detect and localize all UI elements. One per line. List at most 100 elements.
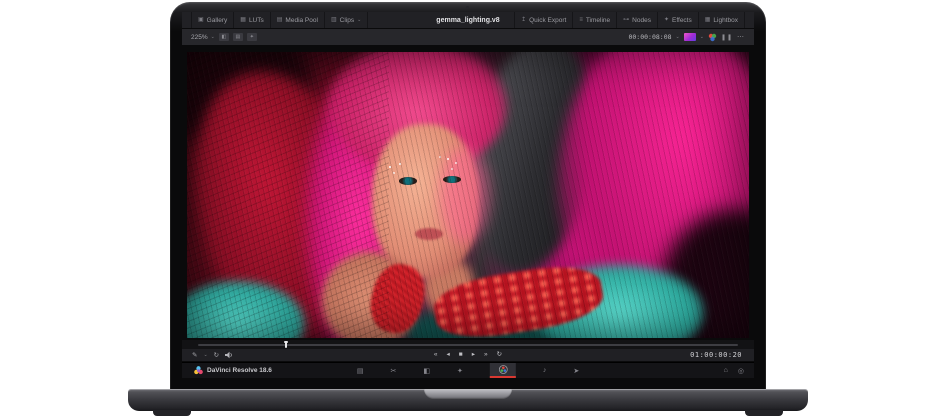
media-pool-label: Media Pool	[285, 17, 318, 24]
playhead[interactable]	[285, 341, 287, 348]
step-back-button[interactable]: ◂	[447, 352, 450, 359]
scopes-icon[interactable]	[708, 33, 717, 42]
viewer-panel	[182, 46, 754, 340]
media-pool-icon: ▤	[277, 17, 283, 23]
viewer-toolbar-right: 00:00:08:08 ⌄ ⌄ ❚❚ ⋯	[628, 33, 745, 42]
color-page-icon	[498, 365, 507, 374]
viewer-toolbar: 225% ⌄ ◧ ▤ ✦ Timeline 1 ⌄	[182, 29, 754, 46]
toolbar-right-group: ↥ Quick Export ≡ Timeline ⊶ Nodes ✦ Effe…	[514, 12, 745, 28]
gallery-button[interactable]: ▣ Gallery	[191, 12, 234, 28]
app-name-label: DaVinci Resolve 18.6	[207, 367, 272, 374]
go-to-last-frame-button[interactable]: »	[484, 352, 488, 359]
effects-icon: ✦	[664, 17, 669, 23]
gallery-icon: ▣	[198, 17, 204, 23]
rubber-foot	[153, 410, 191, 416]
webcam-icon	[466, 6, 469, 9]
gallery-label: Gallery	[207, 17, 228, 24]
go-to-first-frame-button[interactable]: «	[434, 352, 438, 359]
luts-label: LUTs	[249, 17, 264, 24]
media-page-icon: ▤	[357, 367, 364, 375]
rubber-foot	[745, 410, 783, 416]
page-navigation-bar: DaVinci Resolve 18.6 ▤ ✂ ◧ ✦	[182, 362, 754, 378]
more-options-icon[interactable]: ⋯	[737, 33, 745, 41]
project-title: gemma_lighting.v8	[436, 12, 499, 29]
status-bar-right: ⌂ ◎	[724, 367, 744, 375]
deliver-page-button[interactable]: ➤	[573, 363, 579, 378]
wipe-toggle-button[interactable]: ◧	[219, 33, 229, 41]
highlight-toggle-button[interactable]: ✦	[247, 33, 257, 41]
macbook-base	[128, 389, 808, 411]
nodes-button[interactable]: ⊶ Nodes	[617, 12, 658, 28]
lid-opening-notch	[424, 389, 512, 399]
loop-mode-button[interactable]: ↻	[214, 351, 219, 359]
viewer-zoom-select[interactable]: 225% ⌄	[191, 34, 215, 41]
lightbox-button[interactable]: ▦ Lightbox	[699, 12, 745, 28]
chevron-down-icon: ⌄	[357, 17, 361, 23]
stop-button[interactable]: ■	[459, 352, 463, 359]
split-screen-icon: ▤	[235, 34, 240, 40]
quick-export-icon: ↥	[521, 17, 526, 23]
fairlight-page-button[interactable]: ♪	[543, 363, 547, 378]
timeline-panel-label: Timeline	[586, 17, 610, 24]
app-brand: DaVinci Resolve 18.6	[194, 366, 272, 375]
clips-button[interactable]: ▥ Clips ⌄	[325, 12, 368, 28]
viewer-zoom-value: 225%	[191, 34, 208, 41]
chevron-down-icon[interactable]: ⌄	[700, 34, 704, 40]
effects-button[interactable]: ✦ Effects	[658, 12, 699, 28]
wipe-toggle-icon: ◧	[221, 34, 226, 40]
color-page-button-active[interactable]	[490, 363, 516, 378]
viewer-image[interactable]	[187, 52, 749, 338]
top-toolbar: ▣ Gallery ▦ LUTs ▤ Media Pool ▥ Clips	[182, 12, 754, 29]
nodes-icon: ⊶	[623, 17, 629, 23]
deliver-page-icon: ➤	[573, 367, 579, 375]
fusion-page-icon: ✦	[457, 367, 463, 375]
play-button[interactable]: ▸	[472, 352, 475, 359]
viewer-toolbar-left: 225% ⌄ ◧ ▤ ✦	[191, 29, 257, 45]
timeline-scrubber[interactable]	[182, 340, 754, 349]
timeline-icon: ≡	[579, 17, 583, 23]
scrubber-track[interactable]	[198, 344, 738, 346]
timeline-panel-button[interactable]: ≡ Timeline	[573, 12, 617, 28]
toolbar-left-group: ▣ Gallery ▦ LUTs ▤ Media Pool ▥ Clips	[191, 12, 368, 28]
media-pool-button[interactable]: ▤ Media Pool	[271, 12, 325, 28]
edit-page-icon: ◧	[423, 367, 430, 375]
macbook-lid: ▣ Gallery ▦ LUTs ▤ Media Pool ▥ Clips	[170, 2, 766, 390]
effects-label: Effects	[672, 17, 692, 24]
clips-icon: ▥	[331, 17, 337, 23]
photo-vignette	[187, 52, 749, 338]
transport-bar: ✎ ⌄ ↻ « ◂ ■ ▸ » ↻ 01:00:00:20	[182, 349, 754, 362]
cut-page-icon: ✂	[390, 367, 396, 375]
laptop-screen: ▣ Gallery ▦ LUTs ▤ Media Pool ▥ Clips	[182, 12, 754, 378]
lightbox-icon: ▦	[705, 17, 711, 23]
still-thumbnail-icon[interactable]	[684, 33, 696, 41]
quick-export-label: Quick Export	[529, 17, 566, 24]
clips-label: Clips	[340, 17, 354, 24]
luts-icon: ▦	[240, 17, 246, 23]
fairlight-page-icon: ♪	[543, 367, 547, 374]
viewer-tools: ✎ ⌄ ↻	[192, 351, 233, 359]
media-page-button[interactable]: ▤	[357, 363, 364, 378]
playhead-timecode: 01:00:00:20	[690, 351, 742, 359]
split-screen-toggle-button[interactable]: ▤	[233, 33, 243, 41]
project-settings-icon[interactable]: ◎	[738, 367, 744, 375]
nodes-label: Nodes	[632, 17, 651, 24]
page-tabs: ▤ ✂ ◧ ✦	[357, 363, 579, 378]
lightbox-label: Lightbox	[713, 17, 738, 24]
davinci-resolve-logo-icon	[194, 366, 203, 375]
loop-playback-button[interactable]: ↻	[497, 352, 502, 359]
viewer-timecode: 00:00:08:08	[628, 33, 671, 41]
highlight-icon: ✦	[250, 34, 254, 40]
edit-page-button[interactable]: ◧	[423, 363, 430, 378]
cut-page-button[interactable]: ✂	[390, 363, 396, 378]
fusion-page-button[interactable]: ✦	[457, 363, 463, 378]
annotate-tool-button[interactable]: ✎	[192, 351, 197, 359]
transport-controls: « ◂ ■ ▸ » ↻	[434, 352, 502, 359]
dual-viewer-icon[interactable]: ❚❚	[721, 34, 733, 41]
project-manager-home-icon[interactable]: ⌂	[724, 367, 728, 375]
quick-export-button[interactable]: ↥ Quick Export	[514, 12, 573, 28]
speaker-icon[interactable]	[225, 351, 233, 359]
chevron-down-icon: ⌄	[211, 34, 215, 40]
chevron-down-icon[interactable]: ⌄	[676, 34, 680, 40]
chevron-down-icon[interactable]: ⌄	[203, 352, 207, 358]
luts-button[interactable]: ▦ LUTs	[234, 12, 270, 28]
